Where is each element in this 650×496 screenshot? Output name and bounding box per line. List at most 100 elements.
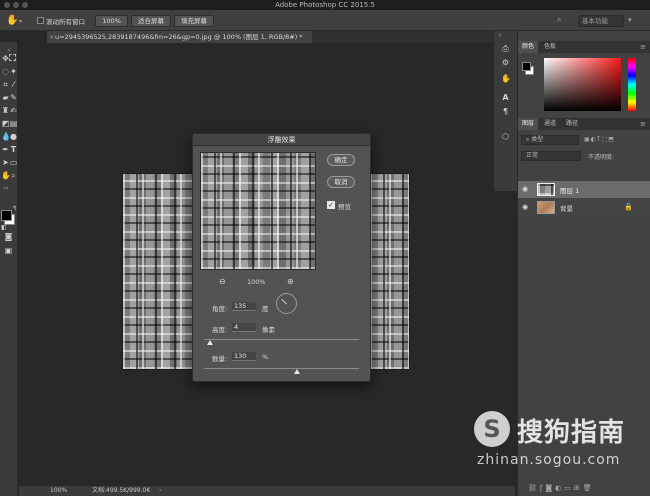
document-tab[interactable]: × u=2945396525,2839187496&fm=26&gp=0.jpg… — [47, 31, 312, 43]
magic-wand-tool-icon[interactable]: ✦ — [9, 67, 18, 76]
amount-label: 数量: — [212, 355, 228, 363]
height-slider-thumb[interactable] — [207, 340, 214, 345]
tool-preset-dropdown-icon[interactable]: ▾ — [19, 18, 22, 25]
rectangle-tool-icon[interactable]: ▭ — [9, 158, 18, 167]
paragraph-panel-icon[interactable]: ¶ — [501, 107, 510, 116]
3d-panel-icon[interactable]: ⬡ — [501, 132, 510, 141]
watermark-brand: 搜狗指南 — [517, 418, 626, 448]
dodge-tool-icon[interactable]: ● — [9, 132, 18, 141]
sogou-logo: S — [474, 411, 510, 447]
history-panel-icon[interactable]: ⎙ — [501, 44, 510, 53]
watermark-url: zhinan.sogou.com — [477, 452, 621, 468]
swap-colors-icon[interactable]: ↰ — [12, 205, 17, 212]
lock-icon: 🔒 — [624, 203, 633, 211]
foreground-color-swatch[interactable] — [1, 210, 12, 221]
height-slider-track[interactable] — [204, 339, 359, 340]
angle-label: 角度: — [212, 305, 228, 313]
amount-input[interactable]: 130 — [232, 352, 256, 361]
zoom-window-button[interactable] — [22, 2, 28, 8]
zoom-100-button[interactable]: 100% — [95, 15, 128, 27]
new-layer-icon[interactable]: ⊞ — [574, 484, 583, 492]
layer-filter-icons[interactable]: ▣◐T⬚⬒ — [584, 136, 615, 143]
character-panel-icon[interactable]: A — [501, 93, 510, 102]
layers-panel-menu-icon[interactable]: ≡ — [640, 120, 646, 128]
emboss-dialog: 浮雕效果 确定 取消 ✓ 预览 ⊖ 100% ⊕ 角度: 135 度 高度: 4… — [192, 133, 371, 382]
add-mask-icon[interactable]: ◙ — [545, 484, 555, 492]
scroll-all-windows-checkbox[interactable] — [37, 17, 44, 24]
search-icon[interactable]: ⌕ — [557, 15, 561, 25]
ok-button[interactable]: 确定 — [327, 154, 355, 166]
layer-thumbnail — [537, 183, 555, 196]
new-group-icon[interactable]: ▭ — [564, 484, 574, 492]
minimize-window-button[interactable] — [13, 2, 19, 8]
blend-mode-select[interactable]: 正常 — [521, 151, 581, 161]
properties-panel-icon[interactable]: ⚙ — [501, 58, 510, 67]
height-unit: 像素 — [262, 326, 275, 334]
layer-filter-select[interactable]: ⌕ 类型 — [521, 135, 579, 145]
marquee-tool-icon[interactable] — [9, 54, 16, 61]
color-panel-fg-swatch[interactable] — [522, 62, 531, 71]
fit-screen-button[interactable]: 适合屏幕 — [131, 15, 171, 27]
preview-checkbox[interactable]: ✓ — [327, 201, 335, 209]
status-menu-icon[interactable]: › — [159, 486, 161, 496]
preview-label: 预览 — [338, 203, 351, 211]
layer-name: 图层 1 — [560, 187, 580, 195]
eyedropper-tool-icon[interactable]: ⁄ — [9, 80, 18, 89]
delete-layer-icon[interactable]: 🗑 — [583, 484, 595, 492]
tab-channels[interactable]: 通道 — [540, 118, 560, 130]
amount-slider-track[interactable] — [204, 368, 359, 369]
color-panel-header: 颜色 色板 ≡ — [518, 41, 650, 53]
layer-row[interactable]: ◉ 背景 🔒 — [518, 199, 650, 216]
amount-unit: % — [262, 353, 269, 361]
zoom-out-icon[interactable]: ⊖ — [219, 277, 226, 286]
type-tool-icon[interactable]: T — [9, 145, 18, 154]
color-field[interactable] — [544, 58, 621, 111]
height-input[interactable]: 4 — [232, 323, 256, 332]
link-layers-icon[interactable]: ⛓ — [528, 484, 540, 492]
cancel-button[interactable]: 取消 — [327, 176, 355, 188]
adjustment-layer-icon[interactable]: ◐ — [555, 484, 564, 492]
hue-slider[interactable] — [628, 58, 636, 111]
brush-tool-icon[interactable]: ✎ — [9, 93, 18, 102]
layer-filter-label: 类型 — [531, 136, 544, 143]
collapse-panels-icon[interactable]: « — [498, 32, 502, 39]
tools-panel: » ✥ ◌ ✦ ⌗ ⁄ ▰ ✎ ♜ ✍ ◩ ▤ 💧 ● ✒ T ➤ ▭ ✋ ⌕ … — [0, 42, 18, 496]
options-bar: ✋ ▾ 滚动所有窗口 100% 适合屏幕 填充屏幕 ⌕ 基本功能 ▾ — [0, 10, 650, 31]
status-zoom[interactable]: 100% — [50, 486, 67, 496]
close-window-button[interactable] — [4, 2, 10, 8]
amount-slider-thumb[interactable] — [294, 369, 300, 374]
gradient-tool-icon[interactable]: ▤ — [9, 119, 18, 128]
status-doc-size: 文档:499.5K/999.0K — [92, 487, 151, 494]
screen-mode-icon[interactable]: ▣ — [4, 246, 13, 255]
default-colors-icon[interactable]: ◧ — [1, 224, 7, 231]
history-brush-tool-icon[interactable]: ✍ — [9, 106, 18, 115]
preview-image[interactable] — [200, 152, 316, 270]
angle-input[interactable]: 135 — [232, 302, 256, 311]
tab-layers[interactable]: 图层 — [518, 118, 539, 130]
visibility-eye-icon[interactable]: ◉ — [522, 185, 528, 193]
document-tab-title: u=2945396525,2839187496&fm=26&gp=0.jpg @… — [55, 33, 303, 41]
title-bar: Adobe Photoshop CC 2015.5 — [0, 0, 650, 10]
fill-screen-button[interactable]: 填充屏幕 — [174, 15, 214, 27]
opacity-label: 不透明度: — [588, 154, 615, 161]
zoom-in-icon[interactable]: ⊕ — [287, 277, 294, 286]
tab-swatches[interactable]: 色板 — [540, 41, 560, 53]
visibility-eye-icon[interactable]: ◉ — [522, 203, 528, 211]
workspace-select[interactable]: 基本功能 — [578, 15, 624, 27]
angle-unit: 度 — [262, 305, 269, 313]
adjustments-panel-icon[interactable]: ✋ — [501, 74, 511, 83]
hand-tool-icon[interactable]: ✋ — [6, 16, 18, 26]
dialog-title[interactable]: 浮雕效果 — [193, 134, 370, 146]
zoom-tool-icon[interactable]: ⌕ — [9, 171, 18, 180]
close-tab-icon[interactable]: × — [49, 31, 54, 43]
workspace-chevron-icon[interactable]: ▾ — [628, 16, 632, 24]
layer-row-selected[interactable]: ◉ 图层 1 — [518, 181, 650, 198]
tab-color[interactable]: 颜色 — [518, 41, 539, 53]
scroll-all-windows-label: 滚动所有窗口 — [46, 18, 85, 26]
layer-name: 背景 — [560, 205, 573, 213]
tab-paths[interactable]: 路径 — [562, 118, 582, 130]
color-panel-menu-icon[interactable]: ≡ — [640, 43, 646, 51]
quick-mask-icon[interactable]: ◙ — [4, 232, 13, 241]
angle-dial[interactable] — [276, 293, 297, 314]
more-tools-icon[interactable]: ··· — [1, 184, 10, 193]
